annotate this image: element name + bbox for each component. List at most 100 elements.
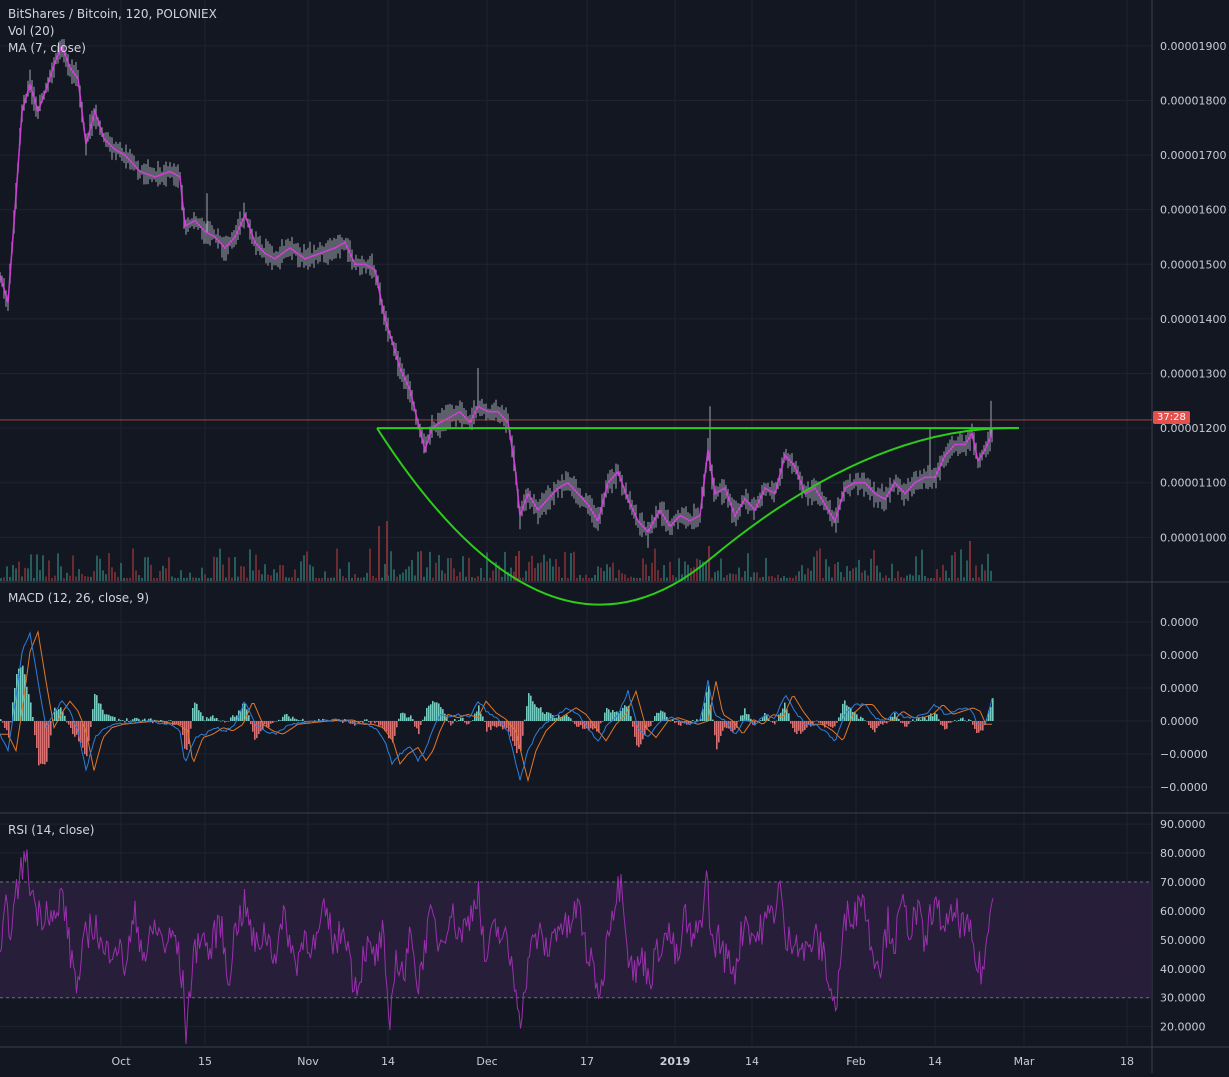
volume-bar bbox=[108, 553, 110, 581]
macd-histogram-bar bbox=[112, 716, 114, 721]
macd-histogram-bar bbox=[250, 721, 252, 725]
macd-histogram-bar bbox=[654, 716, 656, 721]
volume-bar bbox=[966, 560, 968, 581]
macd-histogram-bar bbox=[940, 721, 942, 725]
macd-histogram-bar bbox=[886, 721, 888, 724]
macd-histogram-bar bbox=[838, 717, 840, 721]
volume-bar bbox=[546, 561, 548, 581]
macd-histogram-bar bbox=[914, 721, 916, 722]
macd-histogram-bar bbox=[794, 721, 796, 733]
macd-histogram-bar bbox=[982, 721, 984, 731]
time-axis-tick-label: 15 bbox=[198, 1055, 212, 1068]
macd-histogram-bar bbox=[56, 710, 58, 721]
volume-bar bbox=[828, 566, 830, 581]
macd-histogram-bar bbox=[720, 721, 722, 736]
macd-histogram-bar bbox=[934, 712, 936, 721]
macd-histogram-bar bbox=[538, 708, 540, 721]
macd-histogram-bar bbox=[912, 719, 914, 721]
macd-histogram-bar bbox=[804, 721, 806, 731]
macd-histogram-bar bbox=[958, 719, 960, 721]
volume-bar bbox=[246, 577, 248, 581]
macd-histogram-bar bbox=[476, 711, 478, 721]
macd-histogram-bar bbox=[184, 721, 186, 749]
macd-histogram-bar bbox=[288, 716, 290, 721]
volume-bar bbox=[420, 551, 422, 581]
volume-bar bbox=[273, 569, 275, 581]
macd-histogram-bar bbox=[856, 714, 858, 721]
time-axis-tick-label: 14 bbox=[745, 1055, 759, 1068]
volume-bar bbox=[381, 577, 383, 581]
macd-histogram-bar bbox=[120, 720, 122, 721]
volume-bar bbox=[960, 549, 962, 581]
volume-bar bbox=[303, 555, 305, 581]
macd-histogram-bar bbox=[102, 709, 104, 721]
volume-bar bbox=[501, 576, 503, 581]
macd-histogram-bar bbox=[418, 721, 420, 735]
macd-histogram-bar bbox=[776, 720, 778, 722]
macd-histogram-bar bbox=[580, 721, 582, 726]
macd-histogram-bar bbox=[748, 714, 750, 721]
volume-bar bbox=[786, 577, 788, 581]
volume-bar bbox=[855, 567, 857, 581]
macd-histogram-bar bbox=[602, 720, 604, 722]
volume-bar bbox=[375, 578, 377, 581]
macd-histogram-bar bbox=[452, 721, 454, 724]
volume-bar bbox=[27, 568, 29, 581]
volume-bar bbox=[924, 576, 926, 581]
price-axis-tick-label: 0.00001400 bbox=[1160, 313, 1226, 326]
volume-bar bbox=[297, 577, 299, 581]
macd-histogram-bar bbox=[906, 721, 908, 727]
macd-histogram-bar bbox=[162, 720, 164, 722]
rsi-indicator-label: RSI (14, close) bbox=[8, 823, 95, 837]
macd-histogram-bar bbox=[642, 721, 644, 740]
macd-histogram-bar bbox=[456, 721, 458, 722]
volume-bar bbox=[174, 577, 176, 581]
macd-histogram-bar bbox=[404, 713, 406, 721]
macd-histogram-bar bbox=[470, 721, 472, 722]
macd-histogram-bar bbox=[458, 719, 460, 721]
macd-histogram-bar bbox=[978, 721, 980, 733]
volume-bar bbox=[765, 557, 767, 581]
time-axis-tick-label: 18 bbox=[1120, 1055, 1134, 1068]
macd-histogram-bar bbox=[828, 721, 830, 727]
volume-bar bbox=[234, 557, 236, 581]
volume-bar bbox=[33, 577, 35, 581]
volume-bar bbox=[906, 575, 908, 581]
macd-histogram-bar bbox=[478, 705, 480, 721]
volume-bar bbox=[369, 548, 371, 581]
macd-histogram-bar bbox=[604, 712, 606, 721]
macd-histogram-bar bbox=[110, 716, 112, 721]
price-axis-tick-label: 0.00001600 bbox=[1160, 204, 1226, 217]
macd-histogram-bar bbox=[202, 715, 204, 721]
macd-histogram-bar bbox=[878, 721, 880, 726]
volume-bar bbox=[177, 578, 179, 581]
volume-bar bbox=[84, 575, 86, 581]
macd-histogram-bar bbox=[740, 715, 742, 721]
macd-histogram-bar bbox=[866, 721, 868, 722]
macd-histogram-bar bbox=[876, 721, 878, 729]
volume-bar bbox=[771, 576, 773, 581]
macd-histogram-bar bbox=[138, 718, 140, 721]
volume-bar bbox=[483, 577, 485, 581]
volume-bar bbox=[60, 566, 62, 581]
volume-bar bbox=[711, 577, 713, 581]
macd-histogram-bar bbox=[832, 721, 834, 728]
macd-histogram-bar bbox=[530, 695, 532, 721]
macd-histogram-bar bbox=[578, 721, 580, 727]
volume-bar bbox=[963, 577, 965, 581]
volume-bar bbox=[759, 577, 761, 581]
macd-histogram-bar bbox=[378, 721, 380, 726]
volume-bar bbox=[129, 577, 131, 581]
volume-bar bbox=[282, 565, 284, 581]
macd-histogram-bar bbox=[42, 721, 44, 765]
macd-histogram-bar bbox=[106, 714, 108, 721]
chart-canvas[interactable]: 0.00001900 0.00001800 0.00001700 0.00001600… bbox=[0, 0, 1229, 1073]
volume-bar bbox=[870, 558, 872, 581]
volume-bar bbox=[24, 567, 26, 581]
macd-histogram-bar bbox=[652, 721, 654, 723]
macd-histogram-bar bbox=[380, 721, 382, 726]
volume-bar bbox=[18, 561, 20, 581]
macd-histogram-bar bbox=[248, 715, 250, 721]
macd-histogram-bar bbox=[100, 703, 102, 721]
volume-bar bbox=[240, 566, 242, 581]
